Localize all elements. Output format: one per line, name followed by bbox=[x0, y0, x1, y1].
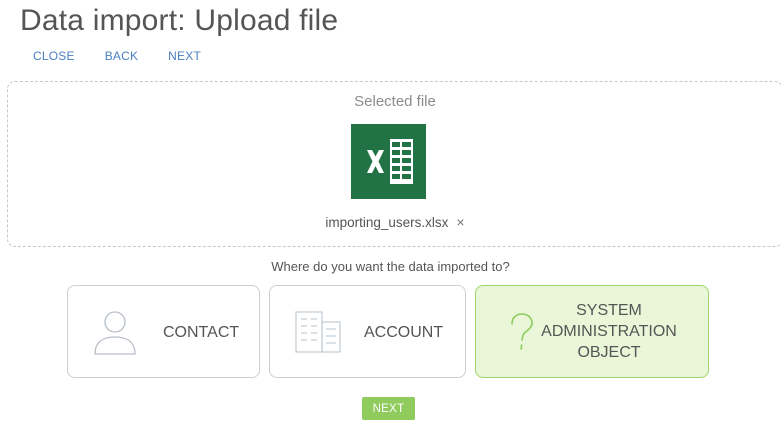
account-option-card[interactable]: ACCOUNT bbox=[269, 285, 466, 378]
close-link[interactable]: CLOSE bbox=[33, 49, 75, 63]
next-link[interactable]: NEXT bbox=[168, 49, 201, 63]
selected-file-label: Selected file bbox=[354, 93, 436, 110]
back-link[interactable]: BACK bbox=[105, 49, 138, 63]
system-administration-object-option-label: SYSTEM ADMINISTRATION OBJECT bbox=[541, 302, 677, 361]
excel-file-icon bbox=[351, 124, 426, 199]
system-administration-object-option-card[interactable]: SYSTEM ADMINISTRATION OBJECT bbox=[475, 285, 709, 378]
contact-person-icon bbox=[94, 311, 136, 355]
account-option-label: ACCOUNT bbox=[364, 324, 444, 341]
remove-file-icon[interactable]: × bbox=[456, 214, 464, 230]
selected-file-row: importing_users.xlsx × bbox=[8, 214, 781, 230]
toolbar: CLOSE BACK NEXT bbox=[33, 49, 201, 63]
next-button[interactable]: NEXT bbox=[362, 397, 415, 420]
question-mark-icon bbox=[511, 313, 533, 350]
file-dropzone[interactable]: Selected file importing_users.xlsx × bbox=[7, 81, 781, 247]
account-building-icon bbox=[295, 311, 341, 353]
file-name: importing_users.xlsx bbox=[325, 215, 449, 230]
contact-option-card[interactable]: CONTACT bbox=[67, 285, 260, 378]
page-title: Data import: Upload file bbox=[20, 4, 339, 37]
contact-option-label: CONTACT bbox=[163, 324, 240, 341]
destination-question: Where do you want the data imported to? bbox=[271, 259, 510, 274]
